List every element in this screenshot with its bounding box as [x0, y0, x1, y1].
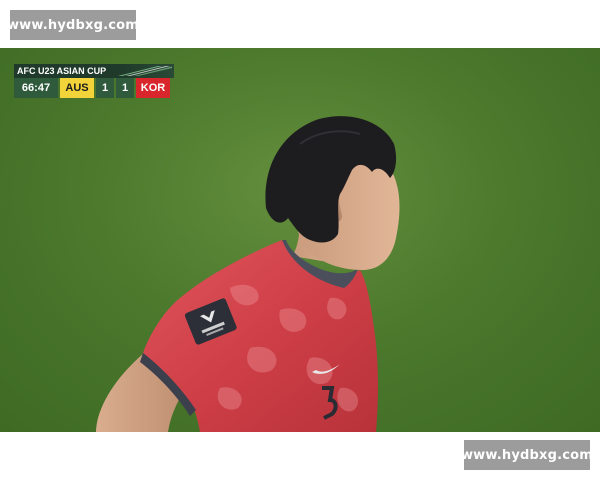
away-score: 1	[116, 78, 134, 98]
broadcast-scene	[0, 48, 600, 432]
watermark-top: www.hydbxg.com	[7, 10, 139, 40]
video-frame	[0, 48, 600, 432]
watermark-bottom: www.hydbxg.com	[461, 440, 593, 470]
home-score: 1	[96, 78, 114, 98]
away-team: KOR	[136, 78, 170, 98]
score-row: 66:47 AUS 1 1 KOR	[14, 78, 170, 98]
stripes-decoration-icon	[118, 66, 172, 76]
page: www.hydbxg.com AFC U23 ASIAN CUP 66:47 A…	[0, 0, 600, 480]
scoreboard: AFC U23 ASIAN CUP 66:47 AUS 1 1 KOR	[14, 64, 174, 100]
match-clock: 66:47	[14, 78, 58, 98]
home-team: AUS	[60, 78, 94, 98]
